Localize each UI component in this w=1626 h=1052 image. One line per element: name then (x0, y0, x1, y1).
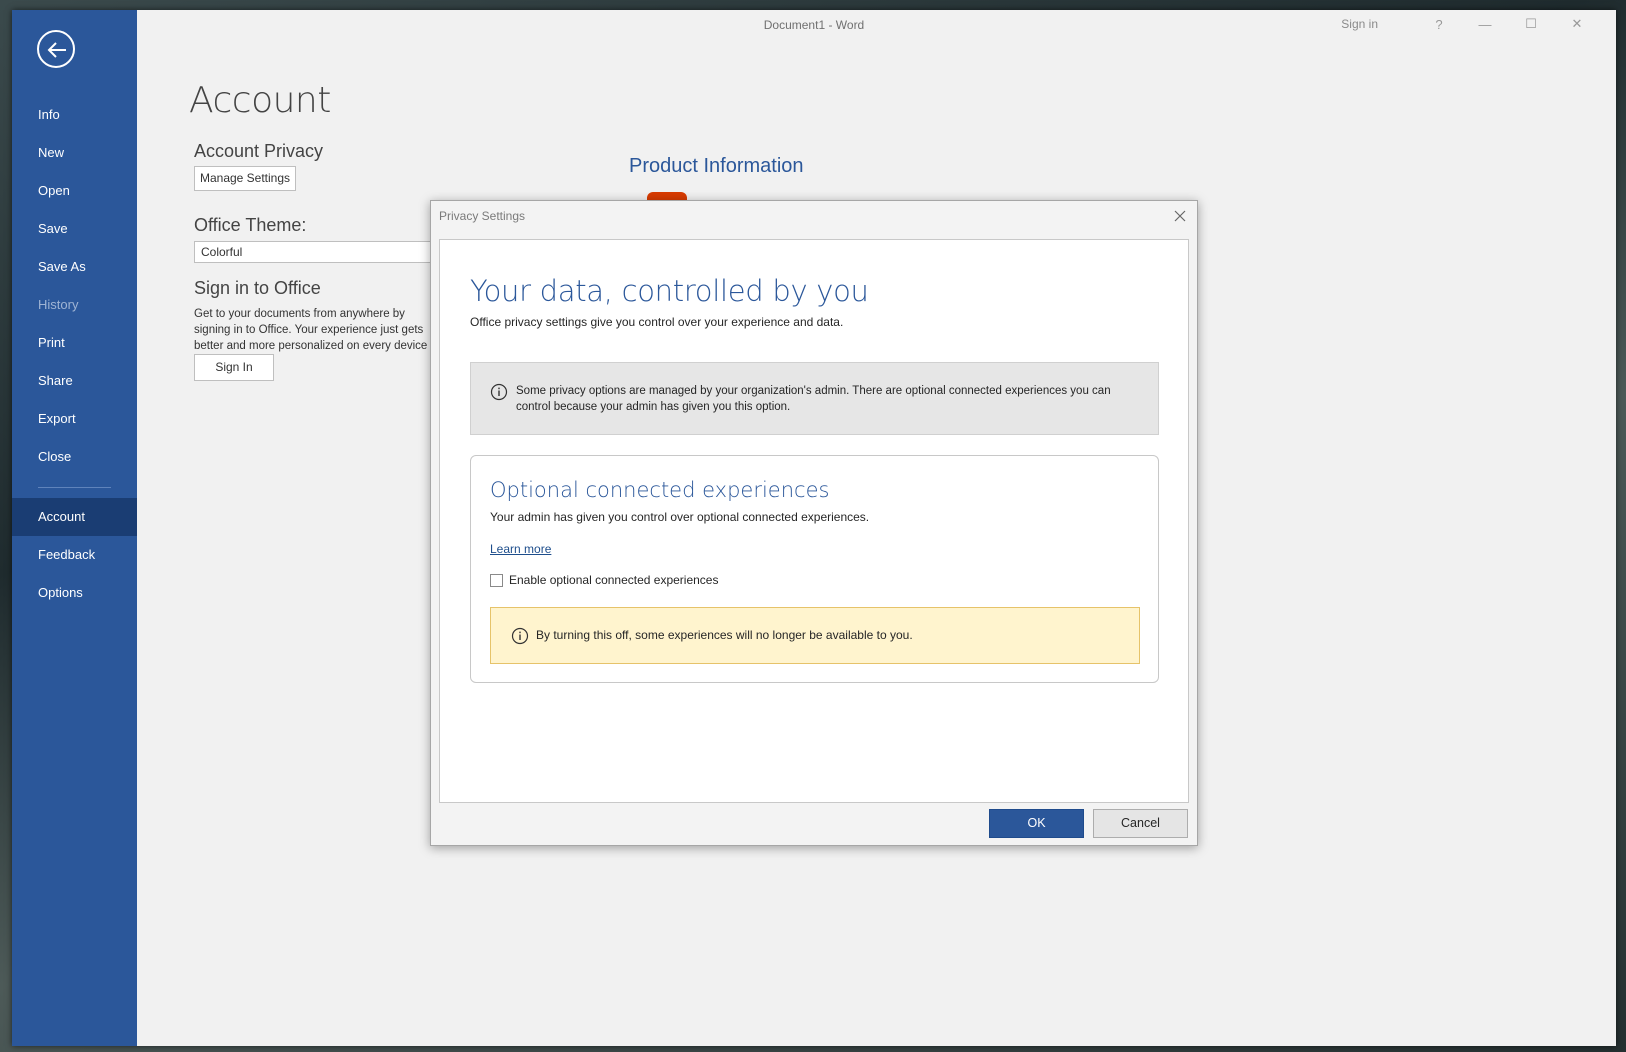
sidebar-item-options[interactable]: Options (12, 574, 137, 612)
sign-in-heading: Sign in to Office (194, 278, 321, 298)
sidebar-item-open[interactable]: Open (12, 172, 137, 210)
sidebar-item-export[interactable]: Export (12, 400, 137, 438)
admin-notice-text: Some privacy options are managed by your… (516, 385, 1111, 413)
ok-button[interactable]: OK (989, 809, 1084, 838)
office-theme-heading: Office Theme: (194, 215, 307, 235)
sidebar-item-history: History (38, 297, 79, 312)
sidebar-item-save[interactable]: Save (12, 210, 137, 248)
sidebar-item-feedback[interactable]: Feedback (12, 536, 137, 574)
warning-text: By turning this off, some experiences wi… (536, 628, 913, 642)
sidebar-item-close[interactable]: Close (12, 438, 137, 476)
admin-notice-banner: Some privacy options are managed by your… (470, 362, 1159, 435)
optional-experiences-card: Optional connected experiences Your admi… (470, 455, 1159, 683)
card-title: Optional connected experiences (490, 478, 830, 502)
office-theme-select[interactable]: Colorful (194, 241, 444, 263)
privacy-settings-dialog: Privacy Settings Your data, controlled b… (430, 200, 1198, 846)
warning-banner: By turning this off, some experiences wi… (490, 607, 1140, 664)
sidebar-item-new[interactable]: New (12, 134, 137, 172)
sign-in-button[interactable]: Sign In (194, 354, 274, 381)
backstage-sidebar: Info New Open Save Save As History Print… (12, 10, 137, 1046)
dialog-heading: Your data, controlled by you (470, 274, 869, 308)
sidebar-item-info[interactable]: Info (12, 96, 137, 134)
enable-experiences-label[interactable]: Enable optional connected experiences (509, 573, 718, 587)
enable-experiences-checkbox[interactable] (490, 573, 503, 587)
dialog-subheading: Office privacy settings give you control… (470, 315, 844, 329)
learn-more-link[interactable]: Learn more (490, 542, 551, 556)
sign-in-description: Get to your documents from anywhere by s… (194, 308, 428, 352)
enable-experiences-option[interactable]: Enable optional connected experiences (490, 573, 718, 587)
dialog-content: Your data, controlled by you Office priv… (439, 239, 1189, 803)
backstage-nav: Info New Open Save Save As History Print… (12, 96, 137, 612)
card-description: Your admin has given you control over op… (490, 510, 870, 524)
manage-settings-button[interactable]: Manage Settings (194, 166, 296, 191)
arrow-left-icon (47, 42, 66, 58)
page-title: Account (189, 80, 331, 121)
sidebar-item-save-as[interactable]: Save As (12, 248, 137, 286)
account-privacy-heading: Account Privacy (194, 141, 324, 161)
back-button[interactable] (37, 30, 75, 68)
sidebar-item-account[interactable]: Account (12, 498, 137, 536)
product-information-heading: Product Information (629, 155, 804, 177)
cancel-button[interactable]: Cancel (1093, 809, 1188, 838)
dialog-title: Privacy Settings (439, 209, 526, 223)
sidebar-item-share[interactable]: Share (12, 362, 137, 400)
info-icon (490, 383, 508, 401)
sidebar-divider (38, 487, 111, 488)
sidebar-item-print[interactable]: Print (12, 324, 137, 362)
info-icon (511, 627, 529, 645)
close-icon[interactable] (1171, 207, 1189, 225)
